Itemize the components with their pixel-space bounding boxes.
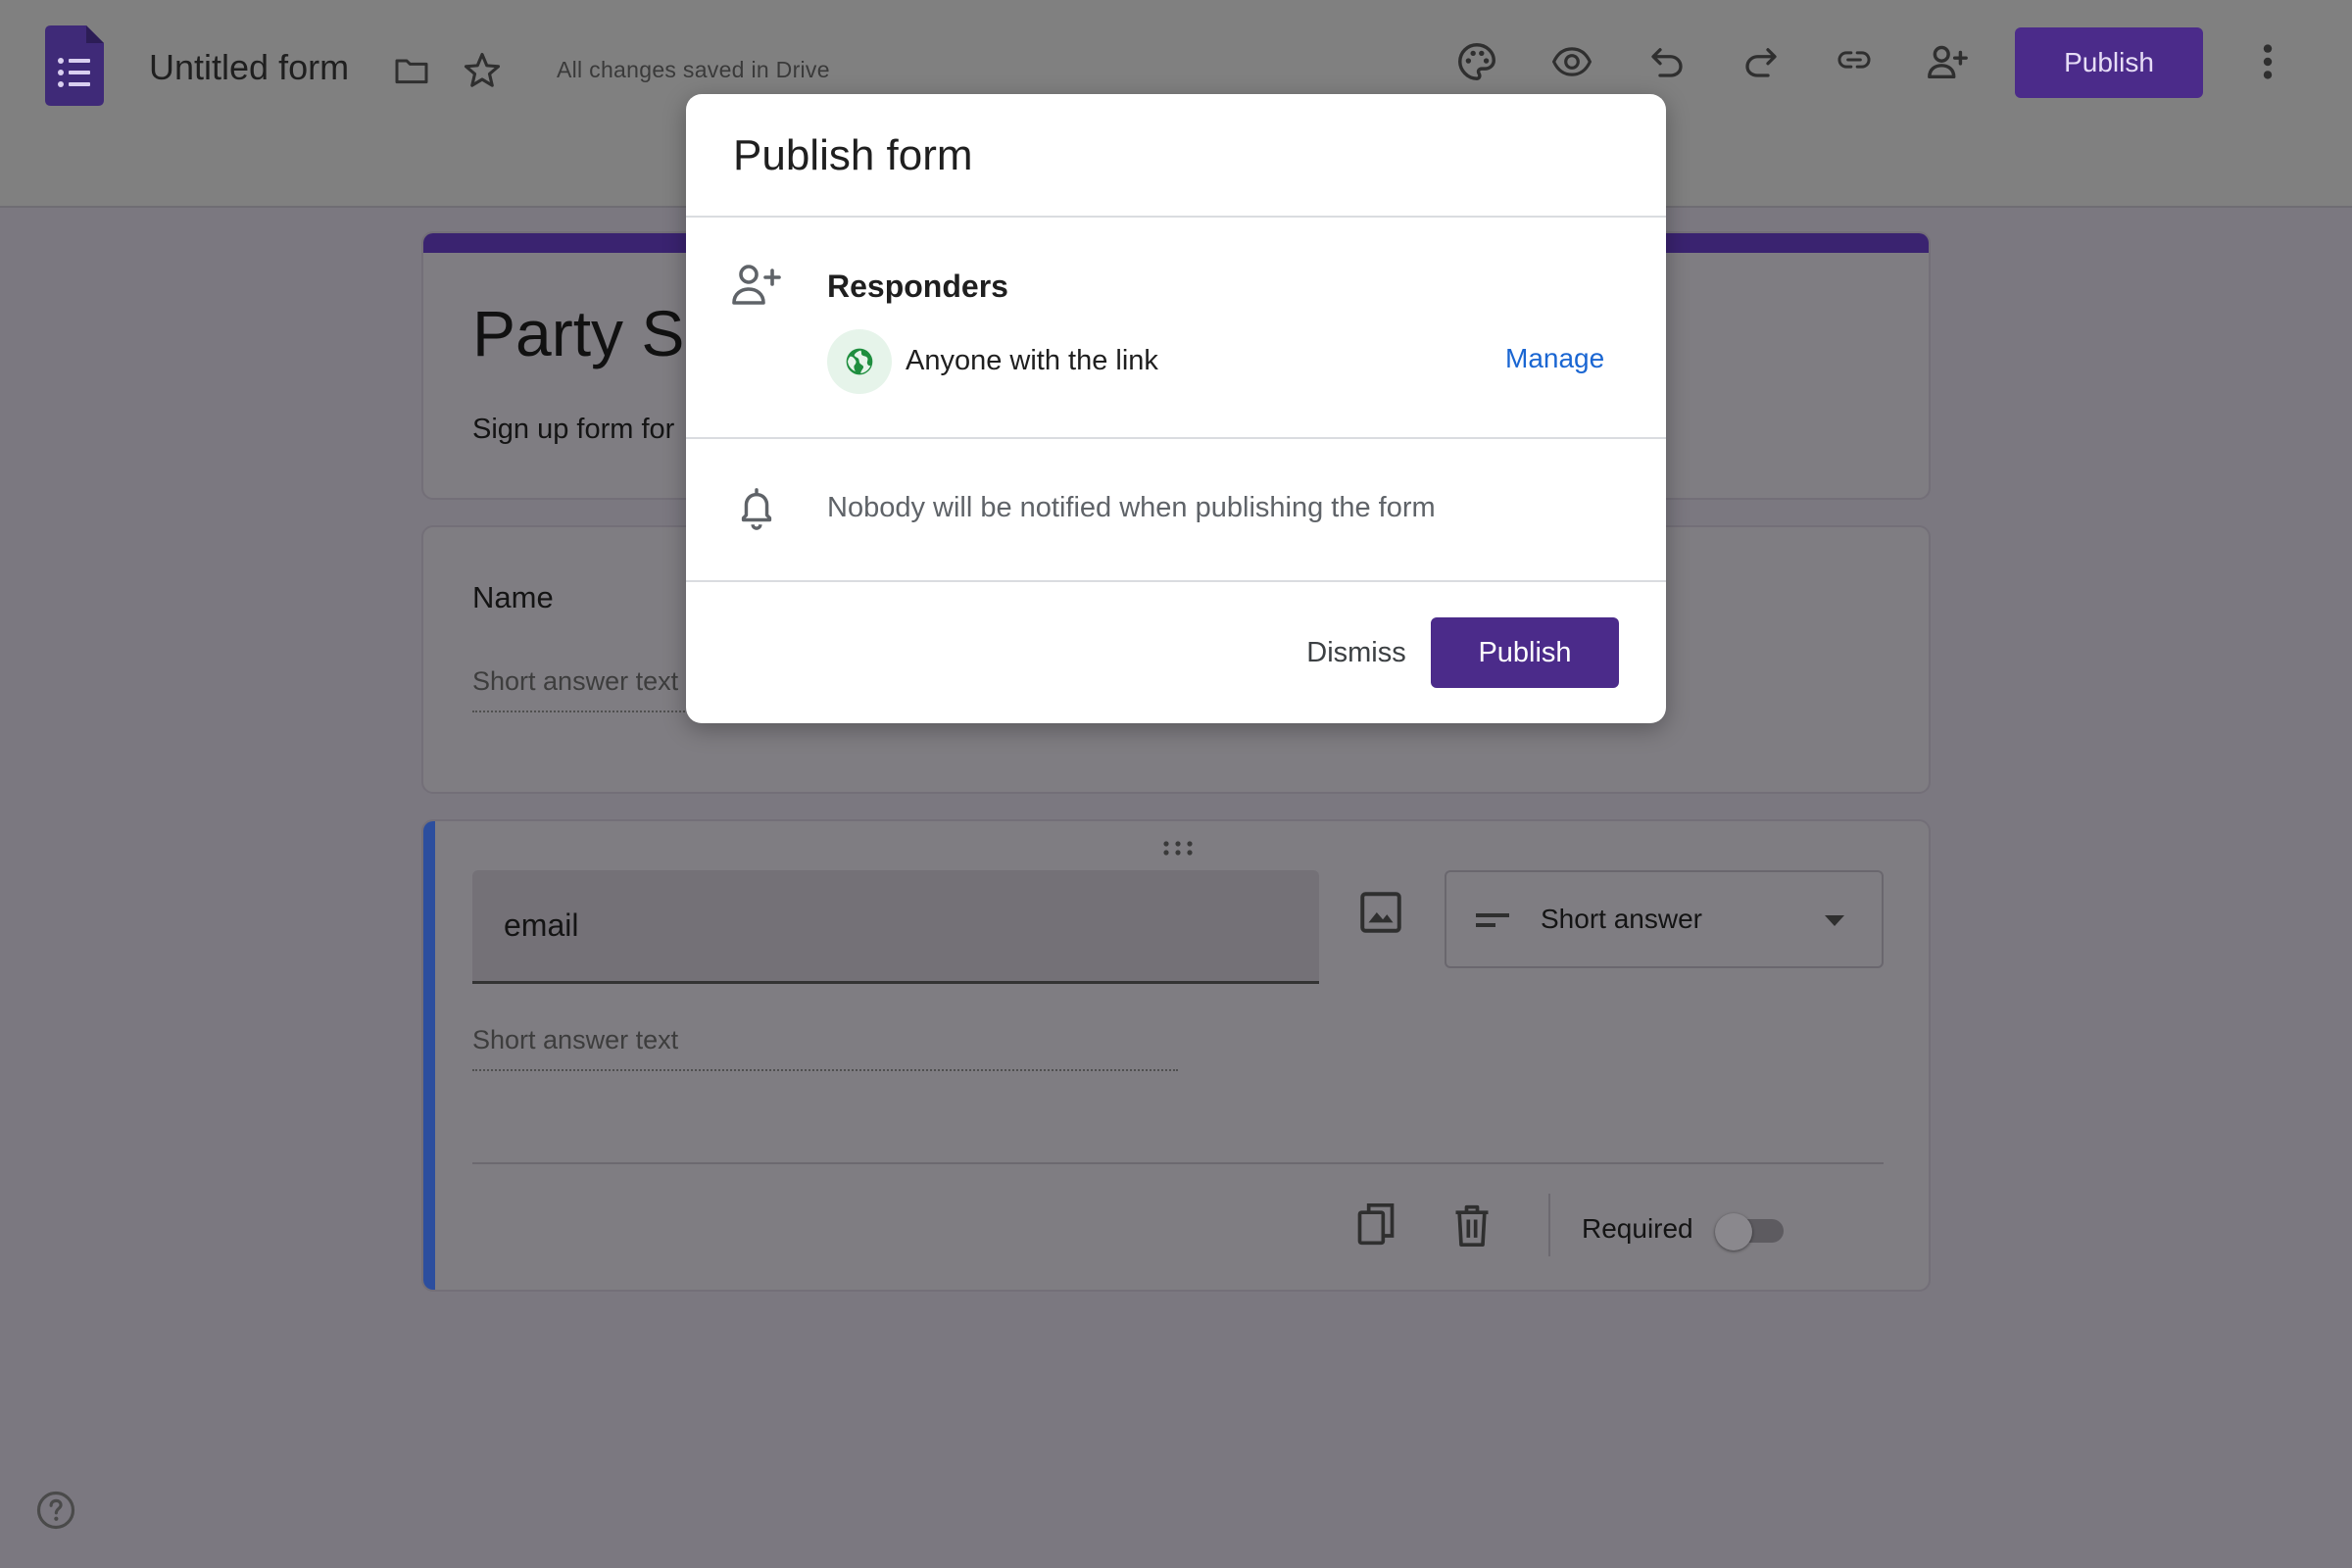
form-description[interactable]: Sign up form for bbox=[472, 414, 674, 446]
dialog-title: Publish form bbox=[733, 131, 973, 179]
forms-logo-icon[interactable] bbox=[45, 25, 104, 106]
globe-icon bbox=[827, 329, 892, 394]
notify-text: Nobody will be notified when publishing … bbox=[827, 492, 1436, 523]
question-title: Name bbox=[472, 580, 554, 614]
form-heading[interactable]: Party Si bbox=[472, 296, 699, 370]
delete-icon[interactable] bbox=[1450, 1201, 1494, 1249]
dialog-divider bbox=[686, 216, 1666, 218]
add-image-icon[interactable] bbox=[1356, 888, 1405, 937]
dismiss-button[interactable]: Dismiss bbox=[1274, 617, 1439, 688]
required-toggle[interactable] bbox=[1715, 1213, 1786, 1250]
folder-icon[interactable] bbox=[390, 51, 433, 90]
bell-icon bbox=[737, 486, 776, 531]
dialog-publish-button[interactable]: Publish bbox=[1431, 617, 1619, 688]
short-answer-icon bbox=[1476, 913, 1509, 927]
publish-button[interactable]: Publish bbox=[2015, 27, 2203, 98]
question-type-label: Short answer bbox=[1541, 904, 1702, 934]
access-label: Anyone with the link bbox=[906, 345, 1158, 376]
question-type-dropdown[interactable]: Short answer bbox=[1445, 870, 1884, 968]
undo-icon[interactable] bbox=[1646, 41, 1688, 82]
card-footer-divider bbox=[472, 1162, 1884, 1164]
redo-icon[interactable] bbox=[1740, 41, 1782, 82]
duplicate-icon[interactable] bbox=[1354, 1201, 1397, 1249]
question-card-email[interactable]: email Short answer Short answer text Req… bbox=[421, 819, 1931, 1292]
preview-eye-icon[interactable] bbox=[1548, 41, 1595, 82]
link-icon[interactable] bbox=[1831, 41, 1878, 78]
short-answer-placeholder: Short answer text bbox=[472, 1025, 1178, 1071]
star-icon[interactable] bbox=[461, 49, 504, 92]
required-label: Required bbox=[1582, 1213, 1693, 1244]
publish-dialog: Publish form Responders Anyone with the … bbox=[686, 94, 1666, 723]
dialog-divider bbox=[686, 580, 1666, 582]
palette-icon[interactable] bbox=[1454, 39, 1499, 84]
dialog-divider bbox=[686, 437, 1666, 439]
save-status: All changes saved in Drive bbox=[557, 57, 830, 82]
active-card-indicator bbox=[423, 821, 435, 1290]
more-vert-icon[interactable] bbox=[2254, 39, 2281, 84]
add-collaborator-icon[interactable] bbox=[1923, 39, 1972, 84]
form-title[interactable]: Untitled form bbox=[149, 47, 349, 88]
drag-handle-icon[interactable] bbox=[1160, 839, 1196, 857]
manage-link[interactable]: Manage bbox=[1505, 343, 1604, 374]
add-person-icon bbox=[731, 263, 782, 306]
chevron-down-icon bbox=[1825, 915, 1844, 926]
toggle-thumb bbox=[1715, 1213, 1752, 1250]
help-icon[interactable] bbox=[35, 1490, 76, 1531]
responders-label: Responders bbox=[827, 269, 1008, 304]
question-title-input[interactable]: email bbox=[472, 870, 1319, 984]
footer-separator bbox=[1548, 1194, 1550, 1256]
